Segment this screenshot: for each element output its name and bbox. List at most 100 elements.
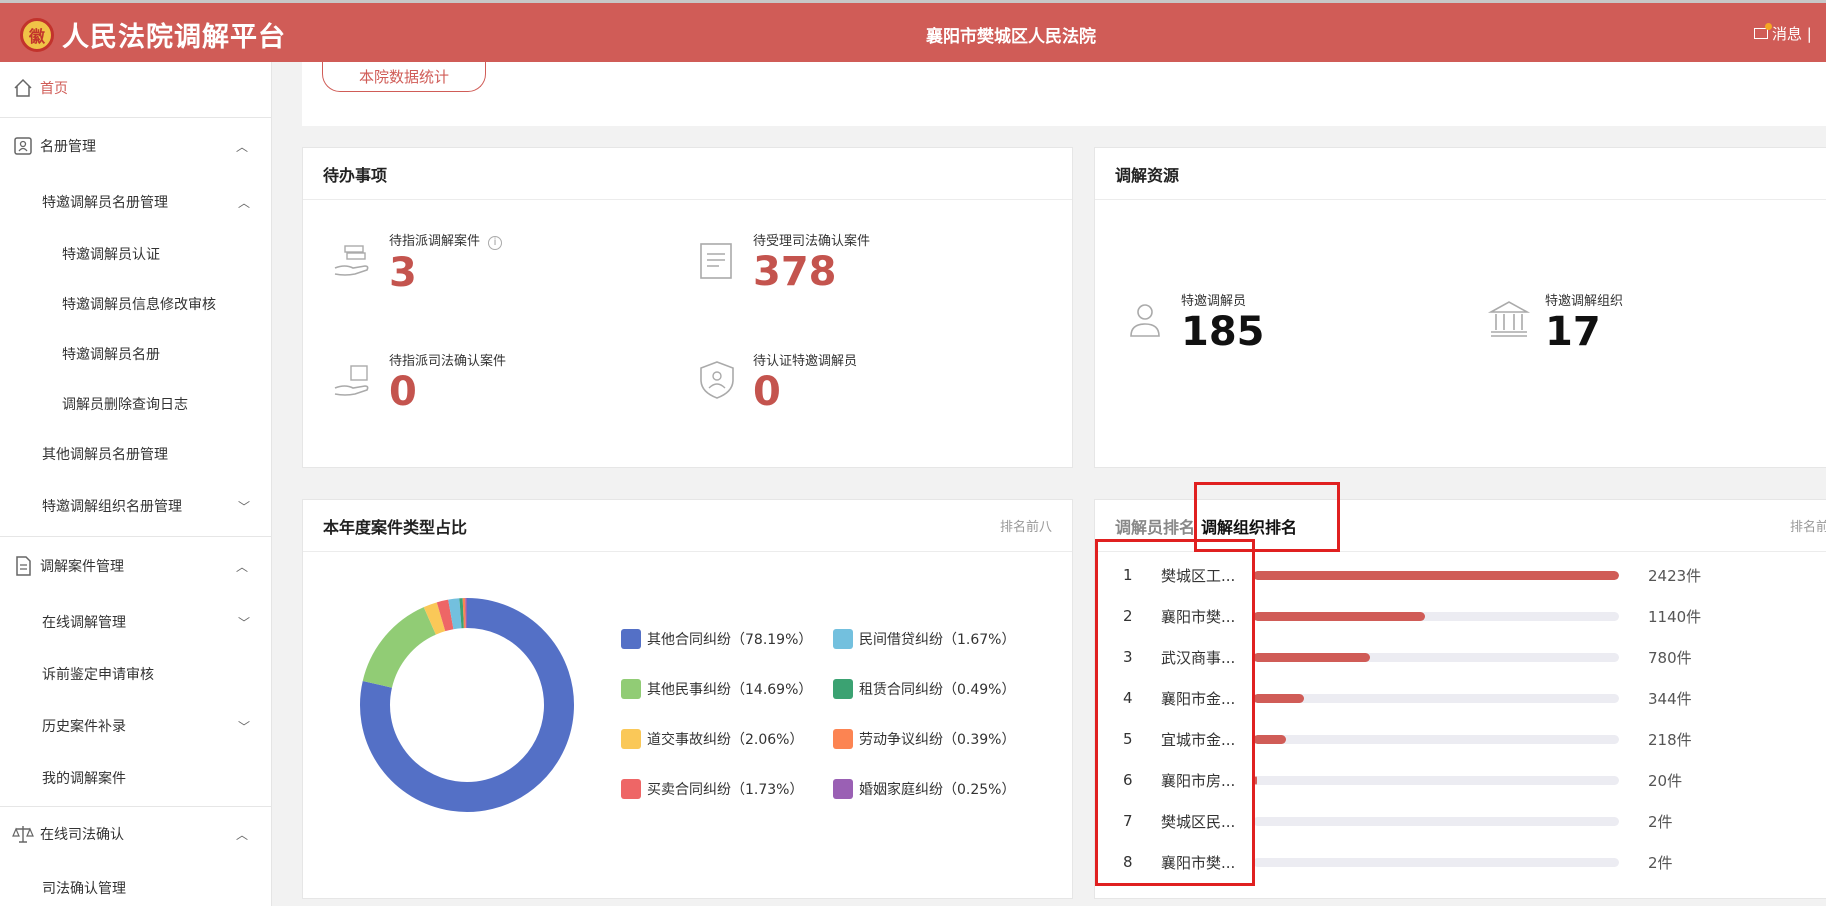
- rank-count: 2423件: [1648, 566, 1702, 585]
- stats-strip: 本院数据统计: [302, 62, 1826, 126]
- sidebar-item-label: 司法确认管理: [42, 881, 126, 897]
- sidebar-item-home[interactable]: 首页: [12, 68, 270, 108]
- donut-slice[interactable]: [362, 607, 437, 689]
- rank-count: 20件: [1648, 771, 1683, 790]
- todo-card: 待办事项 待指派调解案件 i 3 待受理司法确认案件 378 待指派司法确认案件 …: [302, 147, 1073, 468]
- sidebar-divider: [0, 806, 272, 807]
- legend-swatch: [833, 779, 853, 799]
- sidebar-item-label: 诉前鉴定申请审核: [42, 667, 154, 683]
- sidebar-item-label: 历史案件补录: [42, 719, 126, 735]
- court-name: 襄阳市樊城区人民法院: [926, 27, 1096, 47]
- notification-dot: [1765, 23, 1772, 30]
- legend-item[interactable]: 其他民事纠纷（14.69%）: [621, 679, 812, 699]
- sidebar-item-history[interactable]: 历史案件补录 ﹀: [0, 706, 272, 746]
- todo-item-certify-mediator[interactable]: 待认证特邀调解员 0: [695, 350, 857, 415]
- legend-swatch: [621, 779, 641, 799]
- todo-title: 待办事项: [303, 148, 1072, 200]
- resource-value: 17: [1545, 309, 1601, 355]
- ranking-note: 排名前: [1789, 520, 1826, 535]
- legend-label: 婚姻家庭纠纷（0.25%）: [859, 782, 1016, 798]
- sidebar-item-case-mgmt[interactable]: 调解案件管理 ︿: [12, 546, 270, 586]
- sidebar-item-my-cases[interactable]: 我的调解案件: [0, 758, 272, 798]
- todo-label: 待认证特邀调解员: [753, 354, 858, 369]
- sidebar-item-appraisal[interactable]: 诉前鉴定申请审核: [0, 654, 272, 694]
- home-icon: [12, 77, 34, 99]
- sidebar-item-special-roster[interactable]: 特邀调解员名册管理 ︿: [0, 182, 272, 222]
- rank-count: 1140件: [1648, 607, 1702, 626]
- rank-count: 780件: [1648, 648, 1692, 667]
- court-stats-button[interactable]: 本院数据统计: [322, 62, 486, 92]
- sidebar-divider: [0, 536, 272, 537]
- rank-bar-fill: [1253, 611, 1426, 621]
- rank-bar-fill: [1253, 734, 1286, 744]
- sidebar-item-judicial[interactable]: 在线司法确认 ︿: [12, 814, 270, 854]
- sidebar-item-label: 在线调解管理: [42, 615, 126, 631]
- legend-label: 劳动争议纠纷（0.39%）: [859, 732, 1016, 748]
- sidebar-item-judicial-mgmt[interactable]: 司法确认管理: [0, 868, 272, 906]
- sidebar-item-label: 特邀调解员认证: [62, 247, 160, 263]
- hand-judicial-icon: [334, 365, 369, 396]
- rank-bar-track: [1253, 570, 1619, 580]
- sidebar-item-cert[interactable]: 特邀调解员认证: [0, 234, 272, 274]
- rank-bar-fill: [1253, 652, 1371, 662]
- legend-item[interactable]: 买卖合同纠纷（1.73%）: [621, 779, 803, 799]
- messages-link[interactable]: 消息 |: [1754, 23, 1812, 44]
- legend-swatch: [621, 629, 641, 649]
- sidebar-item-other-roster[interactable]: 其他调解员名册管理: [0, 434, 272, 474]
- sidebar-item-label: 特邀调解员名册: [62, 347, 160, 363]
- emblem-glyph: 徽: [28, 26, 45, 46]
- donut-slice[interactable]: [423, 602, 446, 635]
- todo-item-assign-cases[interactable]: 待指派调解案件 i 3: [331, 230, 503, 296]
- app-logo[interactable]: 徽 人民法院调解平台: [20, 15, 286, 54]
- donut-slice[interactable]: [436, 599, 454, 632]
- rank-count: 2件: [1648, 853, 1673, 872]
- case-type-donut-chart[interactable]: [347, 585, 587, 825]
- legend-label: 买卖合同纠纷（1.73%）: [647, 782, 804, 798]
- todo-value: 378: [753, 249, 837, 295]
- hand-cases-icon: [334, 245, 369, 276]
- rank-bar-track: [1253, 775, 1619, 785]
- case-types-card: 本年度案件类型占比 排名前八 其他合同纠纷（78.19%） 民间借贷纠纷（1.67…: [302, 499, 1073, 899]
- todo-item-assign-judicial[interactable]: 待指派司法确认案件 0: [331, 350, 506, 415]
- todo-item-accept-judicial[interactable]: 待受理司法确认案件 378: [695, 230, 870, 295]
- legend-item[interactable]: 道交事故纠纷（2.06%）: [621, 729, 803, 749]
- legend-item[interactable]: 婚姻家庭纠纷（0.25%）: [833, 779, 1015, 799]
- todo-value: 3: [389, 250, 417, 296]
- sidebar-item-roster[interactable]: 名册管理 ︿: [12, 126, 270, 166]
- chevron-down-icon: ﹀: [237, 719, 250, 734]
- tab-mediator-ranking[interactable]: 调解员排名: [1115, 514, 1195, 538]
- legend-item[interactable]: 劳动争议纠纷（0.39%）: [833, 729, 1015, 749]
- resource-mediators[interactable]: 特邀调解员 185: [1123, 290, 1265, 355]
- legend-item[interactable]: 其他合同纠纷（78.19%）: [621, 629, 812, 649]
- legend-item[interactable]: 租赁合同纠纷（0.49%）: [833, 679, 1015, 699]
- document-list-icon: [12, 555, 34, 577]
- legend-label: 道交事故纠纷（2.06%）: [647, 732, 804, 748]
- legend-item[interactable]: 民间借贷纠纷（1.67%）: [833, 629, 1015, 649]
- mail-icon: [1754, 23, 1772, 39]
- scale-icon: [12, 823, 34, 845]
- donut-slice[interactable]: [448, 598, 462, 630]
- sidebar-item-label: 特邀调解员信息修改审核: [62, 297, 216, 313]
- rank-bar-fill: [1253, 693, 1305, 703]
- institution-icon: [1487, 301, 1531, 337]
- messages-label: 消息 |: [1772, 25, 1812, 43]
- sidebar-item-label: 调解员删除查询日志: [62, 397, 188, 413]
- sidebar-item-info-review[interactable]: 特邀调解员信息修改审核: [0, 284, 272, 324]
- sidebar-divider: [0, 117, 272, 118]
- rank-bar-track: [1253, 816, 1619, 826]
- sidebar-item-online-mgmt[interactable]: 在线调解管理 ﹀: [0, 602, 272, 642]
- sidebar-item-delete-log[interactable]: 调解员删除查询日志: [0, 384, 272, 424]
- info-icon[interactable]: i: [488, 236, 503, 250]
- top-eight-note: 排名前八: [999, 520, 1052, 535]
- sidebar-item-org-roster[interactable]: 特邀调解组织名册管理 ﹀: [0, 486, 272, 526]
- sidebar-item-special-list[interactable]: 特邀调解员名册: [0, 334, 272, 374]
- legend-label: 租赁合同纠纷（0.49%）: [859, 682, 1016, 698]
- todo-label: 待受理司法确认案件: [753, 234, 871, 249]
- resource-orgs[interactable]: 特邀调解组织 17: [1487, 290, 1623, 355]
- app-title: 人民法院调解平台: [62, 22, 286, 53]
- sidebar-item-label: 特邀调解组织名册管理: [42, 499, 182, 515]
- app-header: 徽 人民法院调解平台 襄阳市樊城区人民法院 消息 |: [0, 0, 1826, 62]
- legend-swatch: [833, 729, 853, 749]
- legend-swatch: [621, 679, 641, 699]
- shield-user-icon: [700, 361, 734, 399]
